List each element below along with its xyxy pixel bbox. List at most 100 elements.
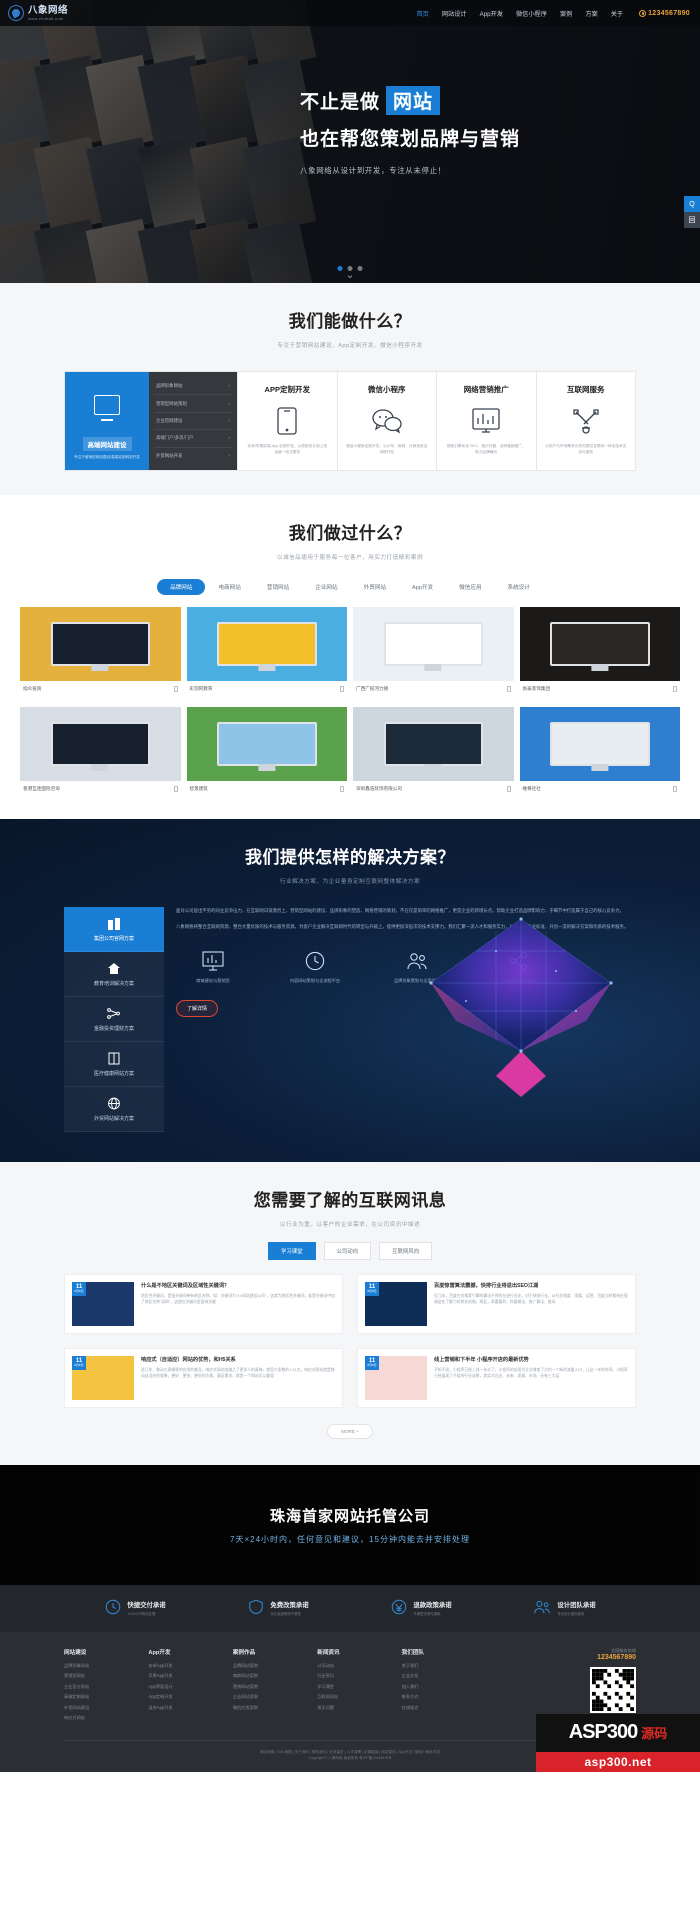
news-card[interactable]: 11 8月8日 百度惊雷算法震撼，快排行业将退出SEO江湖 近几年，百度在对搜索引擎的… [357, 1273, 636, 1334]
footer-link[interactable]: 营销网站案例 [233, 1684, 317, 1690]
abilities-menu-label: 营销型网站策划 [156, 400, 187, 406]
case-cell[interactable]: 指众投资 [20, 606, 181, 701]
footer-link[interactable]: 品牌形象网站 [64, 1663, 148, 1669]
abilities-menu-item[interactable]: 外贸网站开发 › [154, 448, 232, 464]
nav-item-1[interactable]: 网站设计 [442, 9, 467, 18]
footer-link[interactable]: 常见问题 [317, 1705, 401, 1711]
footer-link[interactable]: 响应式网站 [64, 1715, 148, 1721]
nav-item-3[interactable]: 微信小程序 [516, 9, 547, 18]
footer-link[interactable]: 品牌网站案例 [233, 1663, 317, 1669]
case-tab[interactable]: 系统设计 [495, 579, 543, 595]
hero-dot[interactable] [337, 266, 343, 271]
footer-link[interactable]: 混合App开发 [148, 1705, 232, 1711]
abilities-feature-highlight[interactable]: 高端网站建设 专注于营销型网站建设/高端定制网站开发 [65, 372, 149, 470]
solution-menu-item[interactable]: 外贸网站解决方案 [64, 1087, 164, 1132]
promise-item: 退款政策承诺 不满意无条件退款 [350, 1599, 493, 1618]
abilities-menu-item[interactable]: 品牌形象网站 › [154, 378, 232, 396]
case-cell[interactable]: 深圳鑫浩装饰有限公司 [353, 706, 514, 801]
case-tab[interactable]: 电商网站 [205, 579, 253, 595]
case-cell[interactable]: 尚泰装饰集团 [519, 606, 680, 701]
footer-link[interactable]: 企业官方网站 [64, 1684, 148, 1690]
ability-card[interactable]: 网络营销推广 搜索引擎优化 SEO、竞价托管、全网营销推广，助力品牌曝光 [436, 372, 536, 470]
news-tab[interactable]: 学习课堂 [267, 1241, 316, 1260]
nav-item-4[interactable]: 案例 [560, 9, 572, 18]
case-thumbnail[interactable] [20, 706, 181, 781]
case-tab[interactable]: 品牌网站 [157, 578, 206, 595]
case-tab[interactable]: 外贸网站 [351, 579, 399, 595]
case-caption-text: 香港互连国际咨询 [23, 785, 60, 791]
case-thumbnail[interactable] [519, 606, 680, 681]
solution-menu-item[interactable]: 金融投资理财方案 [64, 997, 164, 1042]
ability-card[interactable]: 微信小程序 微信小程序定制开发，公众号、商城、分销系统全流程开发 [336, 372, 437, 470]
footer-link[interactable]: 联系方式 [402, 1694, 486, 1700]
footer-column-heading: App开发 [148, 1649, 171, 1656]
nav-item-2[interactable]: App开发 [480, 9, 503, 18]
abilities-menu-item[interactable]: 高端门户/多页/门户 › [154, 430, 232, 448]
case-cell[interactable]: 广西广投河力德 [353, 606, 514, 701]
case-cell[interactable]: 彩羽阿教育 [186, 606, 347, 701]
ability-card[interactable]: APP定制开发 安卓/苹果双端 App 定制开发，从原型设计到上线运营一站式服务 [237, 372, 337, 470]
case-thumbnail[interactable] [20, 606, 181, 681]
footer-link[interactable]: 互联网风向 [317, 1694, 401, 1700]
side-widget-back-top[interactable]: 回 [684, 212, 700, 228]
news-more-button[interactable]: MORE + [327, 1423, 373, 1439]
abilities-feature-panel[interactable]: 高端网站建设 专注于营销型网站建设/高端定制网站开发 品牌形象网站 › 营销型网站策… [65, 372, 237, 470]
news-card[interactable]: 11 8月8日 线上营销和下半年 小程序开店的最新优势 不知不觉，小程序已经上线一年半… [357, 1347, 636, 1408]
footer-link[interactable]: App界面设计 [148, 1684, 232, 1690]
news-thumbnail: 11 8月8日 [72, 1355, 134, 1400]
footer-link[interactable]: 公司动向 [317, 1663, 401, 1669]
nav-item-0[interactable]: 首页 [416, 9, 428, 18]
footer-link[interactable]: App定制开发 [148, 1694, 232, 1700]
case-thumbnail[interactable] [186, 606, 347, 681]
news-card[interactable]: 11 8月8日 什么是不地区关键词及区域性关键词？ 地区性关键词，是指关键词带有地区名… [64, 1273, 343, 1334]
solutions-detail-button[interactable]: 了解详情 [176, 999, 219, 1017]
case-cell[interactable]: 唯尊社社 [519, 706, 680, 801]
news-tab[interactable]: 互联网风向 [379, 1241, 433, 1260]
side-widget-qq[interactable]: Q [684, 196, 700, 212]
side-widget[interactable]: Q 回 [684, 196, 700, 228]
news-card[interactable]: 11 8月8日 响应式（自适应）网站的优势，和H5关系 这几年，移动大屏端等的应用的普… [64, 1347, 343, 1408]
case-thumbnail[interactable] [186, 706, 347, 781]
footer-link[interactable]: 在线留言 [402, 1705, 486, 1711]
case-cell[interactable]: 香港互连国际咨询 [20, 706, 181, 801]
solution-menu-item[interactable]: 医疗健康网站方案 [64, 1042, 164, 1087]
case-thumbnail[interactable] [519, 706, 680, 781]
abilities-menu-item[interactable]: 营销型网站策划 › [154, 395, 232, 413]
case-tab[interactable]: 微信应用 [446, 579, 494, 595]
footer-link[interactable]: 外贸网站建设 [64, 1705, 148, 1711]
case-thumbnail[interactable] [353, 606, 514, 681]
footer-link[interactable]: 加入我们 [402, 1684, 486, 1690]
site-logo[interactable]: 八象网络 www.zhuba8.com [8, 5, 68, 21]
news-tab[interactable]: 公司动向 [323, 1241, 372, 1260]
footer-link[interactable]: 安卓App开发 [148, 1663, 232, 1669]
solution-menu-item[interactable]: 教育培训解决方案 [64, 952, 164, 997]
promise-sub: 专业设计团队服务 [557, 1612, 585, 1617]
hero-dot[interactable] [357, 266, 363, 271]
case-thumbnail[interactable] [353, 706, 514, 781]
case-tab[interactable]: 营销网站 [254, 579, 302, 595]
news-tabs: 学习课堂 公司动向 互联网风向 [0, 1241, 700, 1260]
footer-link[interactable]: 企业文化 [402, 1673, 486, 1679]
solution-menu-item[interactable]: 集团公司官网方案 [64, 906, 164, 952]
footer-link[interactable]: 学习课堂 [317, 1684, 401, 1690]
scroll-down-icon[interactable]: ⌄ [345, 270, 354, 281]
footer-link[interactable]: 行业资讯 [317, 1673, 401, 1679]
footer-link[interactable]: 电商网站案例 [233, 1673, 317, 1679]
footer-link[interactable]: 高端定制网站 [64, 1694, 148, 1700]
case-tab[interactable]: 企业网站 [302, 579, 350, 595]
header-phone[interactable]: 1234567890 [639, 9, 690, 17]
nav-item-5[interactable]: 方案 [585, 9, 597, 18]
nav-item-6[interactable]: 关于 [611, 9, 623, 18]
footer-link[interactable]: 关于我们 [402, 1663, 486, 1669]
abilities-menu-label: 外贸网站开发 [156, 452, 183, 458]
hero-copy: 不止是做 网站 也在帮您策划品牌与营销 八象网络从设计到开发，专注从未停止！ [300, 86, 520, 176]
site-header: 八象网络 www.zhuba8.com 首页 网站设计 App开发 微信小程序 案例 方案… [0, 0, 700, 26]
footer-link[interactable]: 企业网站案例 [233, 1694, 317, 1700]
case-cell[interactable]: 智景建筑 [186, 706, 347, 801]
abilities-menu-item[interactable]: 企业官网建设 › [154, 413, 232, 431]
footer-link[interactable]: 微信应用案例 [233, 1705, 317, 1711]
footer-link[interactable]: 营销型网站 [64, 1673, 148, 1679]
footer-link[interactable]: 苹果App开发 [148, 1673, 232, 1679]
case-tab[interactable]: App开发 [399, 579, 446, 595]
ability-card[interactable]: 互联网服务 以用户与市场需求为导向提供互联网一体化技术支持与服务 [535, 372, 636, 470]
